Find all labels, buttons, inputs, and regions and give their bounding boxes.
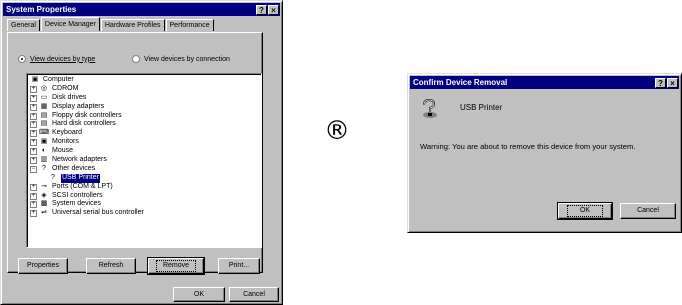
view-by-connection-label: View devices by connection: [144, 55, 230, 63]
dialog-close-button[interactable]: ×: [667, 77, 678, 88]
system-properties-window: System Properties ? × General Device Man…: [0, 0, 283, 305]
registered-symbol: ®: [324, 116, 350, 146]
tab-device-manager[interactable]: Device Manager: [40, 17, 100, 31]
tree-item-label: Universal serial bus controller: [52, 209, 144, 217]
tree-item[interactable]: + ◐ Mouse: [30, 147, 258, 156]
expand-icon[interactable]: +: [30, 94, 37, 102]
dialog-title: Confirm Device Removal: [413, 78, 508, 87]
tree-item-label: Mouse: [52, 147, 74, 155]
tree-item-label: Disk drives: [52, 93, 87, 101]
ok-button[interactable]: OK: [173, 287, 225, 302]
hard-disk-controller-icon: ▤: [40, 120, 48, 128]
help-button[interactable]: ?: [256, 4, 267, 15]
port-icon: ⊸: [41, 182, 47, 190]
tree-item-label: Ports (COM & LPT): [52, 182, 113, 190]
expand-icon[interactable]: +: [30, 139, 37, 147]
unknown-device-icon: [423, 98, 437, 118]
tree-item[interactable]: −? Other devices: [30, 165, 258, 174]
close-button[interactable]: ×: [268, 4, 279, 15]
expand-icon[interactable]: +: [30, 121, 37, 129]
device-name: USB Printer: [460, 103, 503, 112]
cancel-button[interactable]: Cancel: [229, 287, 279, 302]
tree-item-label: Display adapters: [52, 102, 105, 110]
mouse-icon: ◐: [41, 147, 47, 155]
view-by-type-radio[interactable]: [18, 55, 26, 63]
device-manager-panel: View devices by type View devices by con…: [7, 32, 263, 275]
tab-hardware-profiles[interactable]: Hardware Profiles: [100, 19, 165, 31]
monitor-icon: ▣: [40, 138, 48, 146]
view-by-connection-option[interactable]: View devices by connection: [132, 55, 230, 63]
tree-item[interactable]: + ◎ CDROM: [30, 85, 258, 94]
tree-item[interactable]: + ▤ Hard disk controllers: [30, 120, 258, 129]
tree-item-label: Other devices: [52, 164, 96, 172]
cdrom-icon: ◎: [40, 84, 48, 92]
properties-button[interactable]: Properties: [18, 258, 68, 274]
tree-item[interactable]: ? USB Printer: [30, 174, 258, 183]
tree-item[interactable]: + ▣ Monitors: [30, 138, 258, 147]
tree-item[interactable]: + ⌨ Keyboard: [30, 129, 258, 138]
tree-item-label: Keyboard: [52, 129, 82, 137]
computer-icon: ▣: [31, 75, 39, 83]
floppy-controller-icon: ▤: [40, 111, 48, 119]
removal-warning-text: Warning: You are about to remove this de…: [420, 142, 636, 151]
tree-item-label: Monitors: [52, 138, 79, 146]
keyboard-icon: ⌨: [38, 129, 50, 137]
expand-icon[interactable]: +: [30, 183, 37, 191]
dialog-ok-button[interactable]: OK: [557, 202, 613, 220]
refresh-button[interactable]: Refresh: [86, 258, 136, 274]
tree-item-label: Network adapters: [52, 156, 107, 164]
expand-icon[interactable]: +: [30, 201, 37, 209]
tree-item[interactable]: + ▤ Floppy disk controllers: [30, 112, 258, 121]
tree-item-label: Floppy disk controllers: [52, 111, 122, 119]
tree-item[interactable]: + ⊸ Ports (COM & LPT): [30, 183, 258, 192]
tree-item[interactable]: + ▭ Disk drives: [30, 94, 258, 103]
expand-icon[interactable]: +: [30, 148, 37, 156]
dialog-cancel-button[interactable]: Cancel: [620, 203, 676, 219]
confirm-device-removal-dialog: Confirm Device Removal ? × USB Printer W…: [407, 73, 682, 233]
tab-general[interactable]: General: [7, 19, 40, 31]
display-adapter-icon: ▦: [40, 102, 48, 110]
tree-item[interactable]: + ▦ Display adapters: [30, 103, 258, 112]
tab-strip: General Device Manager Hardware Profiles…: [7, 17, 215, 31]
expand-icon[interactable]: +: [30, 192, 37, 200]
device-tree[interactable]: ▣ Computer + ◎ CDROM + ▭ Disk drives + ▦ Display a…: [26, 73, 262, 248]
tree-item-label: Computer: [43, 76, 74, 83]
expand-icon[interactable]: +: [30, 85, 37, 93]
network-adapter-icon: ▥: [40, 156, 48, 163]
expand-icon[interactable]: +: [30, 103, 37, 111]
system-properties-titlebar[interactable]: System Properties ? ×: [3, 3, 280, 16]
disk-drive-icon: ▭: [40, 93, 48, 101]
tree-item-label: SCSI controllers: [52, 191, 103, 199]
expand-icon[interactable]: +: [30, 112, 37, 120]
unknown-device-icon: ?: [42, 164, 46, 172]
collapse-icon[interactable]: −: [30, 165, 37, 173]
print-button[interactable]: Print...: [218, 258, 260, 274]
tree-item-label: CDROM: [52, 84, 79, 92]
expand-icon[interactable]: +: [30, 156, 37, 164]
expand-icon[interactable]: +: [30, 210, 37, 218]
tree-item[interactable]: + ◈ SCSI controllers: [30, 192, 258, 201]
system-device-icon: ▩: [40, 200, 48, 208]
tree-item-label: USB Printer: [61, 173, 100, 183]
expand-icon[interactable]: +: [30, 130, 37, 138]
view-by-type-option[interactable]: View devices by type: [18, 55, 95, 63]
tree-item-label: Hard disk controllers: [52, 120, 116, 128]
view-by-connection-radio[interactable]: [132, 55, 140, 63]
remove-button[interactable]: Remove: [147, 257, 205, 275]
confirm-dialog-titlebar[interactable]: Confirm Device Removal ? ×: [410, 76, 679, 89]
tree-item[interactable]: + ⇌ Universal serial bus controller: [30, 209, 258, 218]
tree-item-label: System devices: [52, 200, 102, 208]
window-title: System Properties: [6, 5, 77, 14]
view-by-type-label: View devices by type: [30, 55, 96, 63]
tree-item[interactable]: ▣ Computer: [30, 76, 258, 85]
tree-item[interactable]: + ▩ System devices: [30, 200, 258, 209]
scsi-icon: ◈: [41, 191, 47, 199]
tree-item[interactable]: + ▥ Network adapters: [30, 156, 258, 165]
tab-performance[interactable]: Performance: [165, 19, 214, 31]
dialog-help-button[interactable]: ?: [655, 77, 666, 88]
unknown-device-icon: ?: [51, 173, 55, 181]
usb-icon: ⇌: [41, 209, 47, 217]
